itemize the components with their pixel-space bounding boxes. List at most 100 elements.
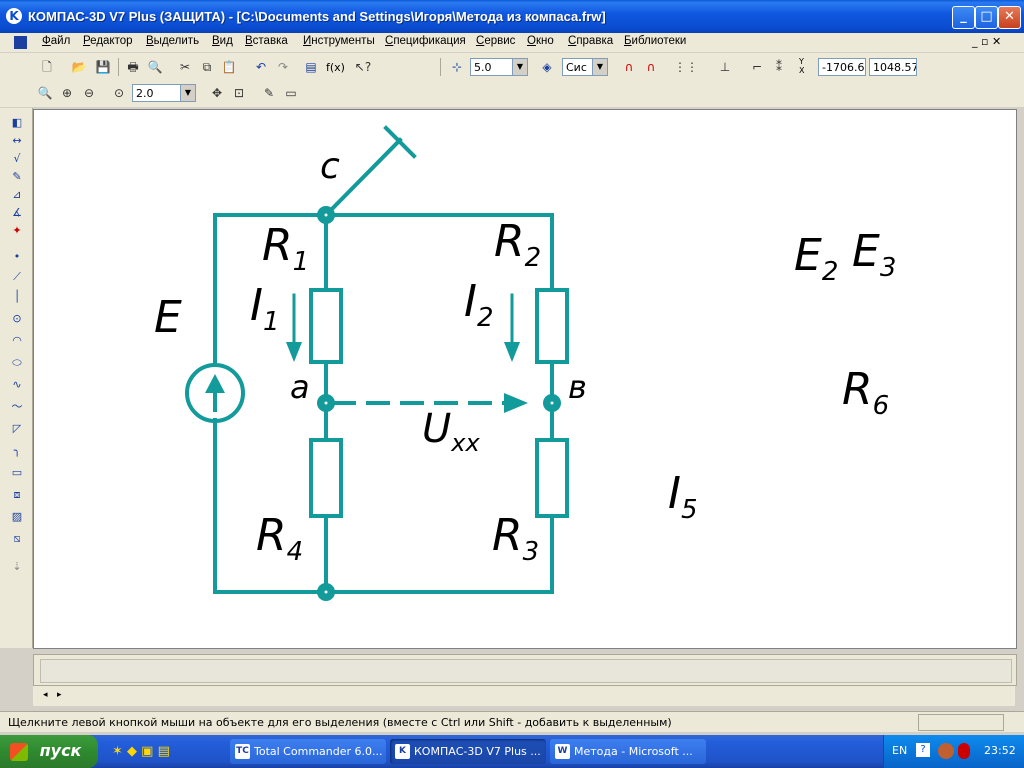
paste-icon[interactable]: 📋 <box>220 58 238 76</box>
fill-icon[interactable]: ⧅ <box>8 530 26 548</box>
designations-icon[interactable]: √ <box>8 150 26 168</box>
style-combo[interactable]: Сис ▼ <box>562 58 608 76</box>
status-hint: Щелкните левой кнопкой мыши на объекте д… <box>8 716 672 729</box>
menu-window[interactable]: Окно <box>527 35 554 47</box>
arc-icon[interactable]: ◠ <box>8 332 26 350</box>
standard-toolbar: 🗋 📂 💾 🖶 🔍 ✂ ⧉ 📋 ↶ ↷ ▤ f(x) ↖? ⊹ 5.0 ▼ ◈ … <box>0 53 1024 81</box>
polyline-icon[interactable]: 〜 <box>8 398 26 416</box>
point-icon[interactable]: • <box>8 248 26 266</box>
rectangle-icon[interactable]: ▭ <box>8 464 26 482</box>
nav-right-icon[interactable]: ▸ <box>57 690 62 700</box>
step-combo[interactable]: 5.0 ▼ <box>470 58 528 76</box>
zoom-scale-icon[interactable]: ⊙ <box>110 84 128 102</box>
snap-magnet-icon[interactable]: ∩ <box>620 58 638 76</box>
maximize-button[interactable]: □ <box>975 6 998 29</box>
menu-view[interactable]: Вид <box>212 35 233 47</box>
help-pointer-icon[interactable]: ↖? <box>354 58 372 76</box>
preview-icon[interactable]: 🔍 <box>146 58 164 76</box>
language-indicator[interactable]: EN <box>892 744 907 757</box>
zoom-combo[interactable]: 2.0 ▼ <box>132 84 196 102</box>
snap-local-icon[interactable]: ∩ <box>642 58 660 76</box>
menu-help[interactable]: Справка <box>568 35 613 47</box>
minimize-button[interactable]: _ <box>952 6 975 29</box>
app-icon[interactable]: K <box>6 8 22 24</box>
save-icon[interactable]: 💾 <box>94 58 112 76</box>
compact-toolbar: ◧ ↔ √ ✎ ⊿ ∡ ✦ • ⟋ │ ⊙ ◠ ⬭ ∿ 〜 ◸ ╮ ▭ ⧈ ▨ … <box>0 108 33 648</box>
spline-icon[interactable]: ∿ <box>8 376 26 394</box>
print-icon[interactable]: 🖶 <box>124 58 142 76</box>
start-button[interactable]: пуск <box>0 735 98 768</box>
step-icon[interactable]: ⊹ <box>448 58 466 76</box>
measure-icon[interactable]: ∡ <box>8 204 26 222</box>
coord-y-field[interactable]: 1048.57 <box>869 58 917 76</box>
start-label: пуск <box>39 741 82 760</box>
close-button[interactable]: ✕ <box>998 6 1021 29</box>
parametrize-icon[interactable]: ⊿ <box>8 186 26 204</box>
ellipse-icon[interactable]: ⬭ <box>8 354 26 372</box>
fx-button[interactable]: f(x) <box>326 61 345 74</box>
title-bar[interactable]: K КОМПАС-3D V7 Plus (ЗАЩИТА) - [C:\Docum… <box>0 0 1024 33</box>
mdi-controls[interactable]: _ ▫ ✕ <box>972 35 1001 48</box>
chamfer-icon[interactable]: ◸ <box>8 420 26 438</box>
chevron-down-icon[interactable]: ▼ <box>180 85 195 101</box>
drawing-canvas[interactable]: c a в E R1 R2 R4 R3 R6 I1 I2 I5 E2 E3 Ux… <box>33 109 1017 649</box>
back-tray-icon[interactable] <box>938 743 954 759</box>
geometry-icon[interactable]: ◧ <box>8 114 26 132</box>
pan-icon[interactable]: ✥ <box>208 84 226 102</box>
label-node-c: c <box>320 146 340 187</box>
menu-tools[interactable]: Инструменты <box>303 35 375 47</box>
undo-icon[interactable]: ↶ <box>252 58 270 76</box>
properties-field[interactable] <box>40 659 1012 683</box>
edit-icon[interactable]: ✎ <box>8 168 26 186</box>
fillet-icon[interactable]: ╮ <box>8 442 26 460</box>
variables-icon[interactable]: ▤ <box>302 58 320 76</box>
document-icon[interactable] <box>14 36 27 49</box>
equidistant-icon[interactable]: ⧈ <box>8 486 26 504</box>
copy-icon[interactable]: ⧉ <box>198 58 216 76</box>
label-node-b: в <box>568 368 587 406</box>
label-e2: E2 <box>794 230 839 287</box>
chevron-down-icon[interactable]: ▼ <box>592 59 607 75</box>
new-file-icon[interactable]: 🗋 <box>38 58 56 76</box>
dimensions-icon[interactable]: ↔ <box>8 132 26 150</box>
task-word[interactable]: W Метода - Microsoft ... <box>550 739 706 764</box>
menu-file[interactable]: Файл <box>42 35 70 47</box>
menu-select[interactable]: Выделить <box>146 35 199 47</box>
help-tray-icon[interactable]: ? <box>916 743 930 757</box>
display-icon[interactable]: ▭ <box>282 84 300 102</box>
circle-icon[interactable]: ⊙ <box>8 310 26 328</box>
menu-insert[interactable]: Вставка <box>245 35 288 47</box>
auxiliary-line-icon[interactable]: ⟋ <box>8 268 26 286</box>
antivirus-tray-icon[interactable] <box>958 743 970 759</box>
menu-edit[interactable]: Редактор <box>83 35 133 47</box>
coord-x-field[interactable]: -1706.6 <box>818 58 866 76</box>
chevron-down-icon[interactable]: ▼ <box>512 59 527 75</box>
task-total-commander[interactable]: TC Total Commander 6.0... <box>230 739 386 764</box>
resistor-r3 <box>535 438 569 518</box>
segment-icon[interactable]: │ <box>8 288 26 306</box>
task-kompas[interactable]: K КОМПАС-3D V7 Plus ... <box>390 739 546 764</box>
round-icon[interactable]: ⁑ <box>770 58 788 76</box>
hatch-icon[interactable]: ▨ <box>8 508 26 526</box>
regenerate-icon[interactable]: ✎ <box>260 84 278 102</box>
ortho-icon[interactable]: ⌐ <box>748 58 766 76</box>
redo-icon[interactable]: ↷ <box>274 58 292 76</box>
separator <box>440 58 441 76</box>
zoom-in-icon[interactable]: ⊕ <box>58 84 76 102</box>
menu-service[interactable]: Сервис <box>476 35 515 47</box>
nav-left-icon[interactable]: ◂ <box>43 690 48 700</box>
grid-icon[interactable]: ⋮⋮ <box>674 58 698 76</box>
coords-icon[interactable]: ⊥ <box>716 58 734 76</box>
open-icon[interactable]: 📂 <box>70 58 88 76</box>
sheet-navigation: ◂ ▸ <box>33 686 1015 706</box>
zoom-frame-icon[interactable]: 🔍 <box>36 84 54 102</box>
zoom-out-icon[interactable]: ⊖ <box>80 84 98 102</box>
select-icon[interactable]: ✦ <box>8 222 26 240</box>
menu-libraries[interactable]: Библиотеки <box>624 35 686 47</box>
menu-spec[interactable]: Спецификация <box>385 35 466 47</box>
cut-icon[interactable]: ✂ <box>176 58 194 76</box>
zoom-all-icon[interactable]: ⊡ <box>230 84 248 102</box>
layers-icon[interactable]: ◈ <box>538 58 556 76</box>
quicklaunch-icons[interactable]: ✶ ◆ ▣ ▤ <box>112 744 170 759</box>
collection-icon[interactable]: ⇣ <box>8 558 26 576</box>
